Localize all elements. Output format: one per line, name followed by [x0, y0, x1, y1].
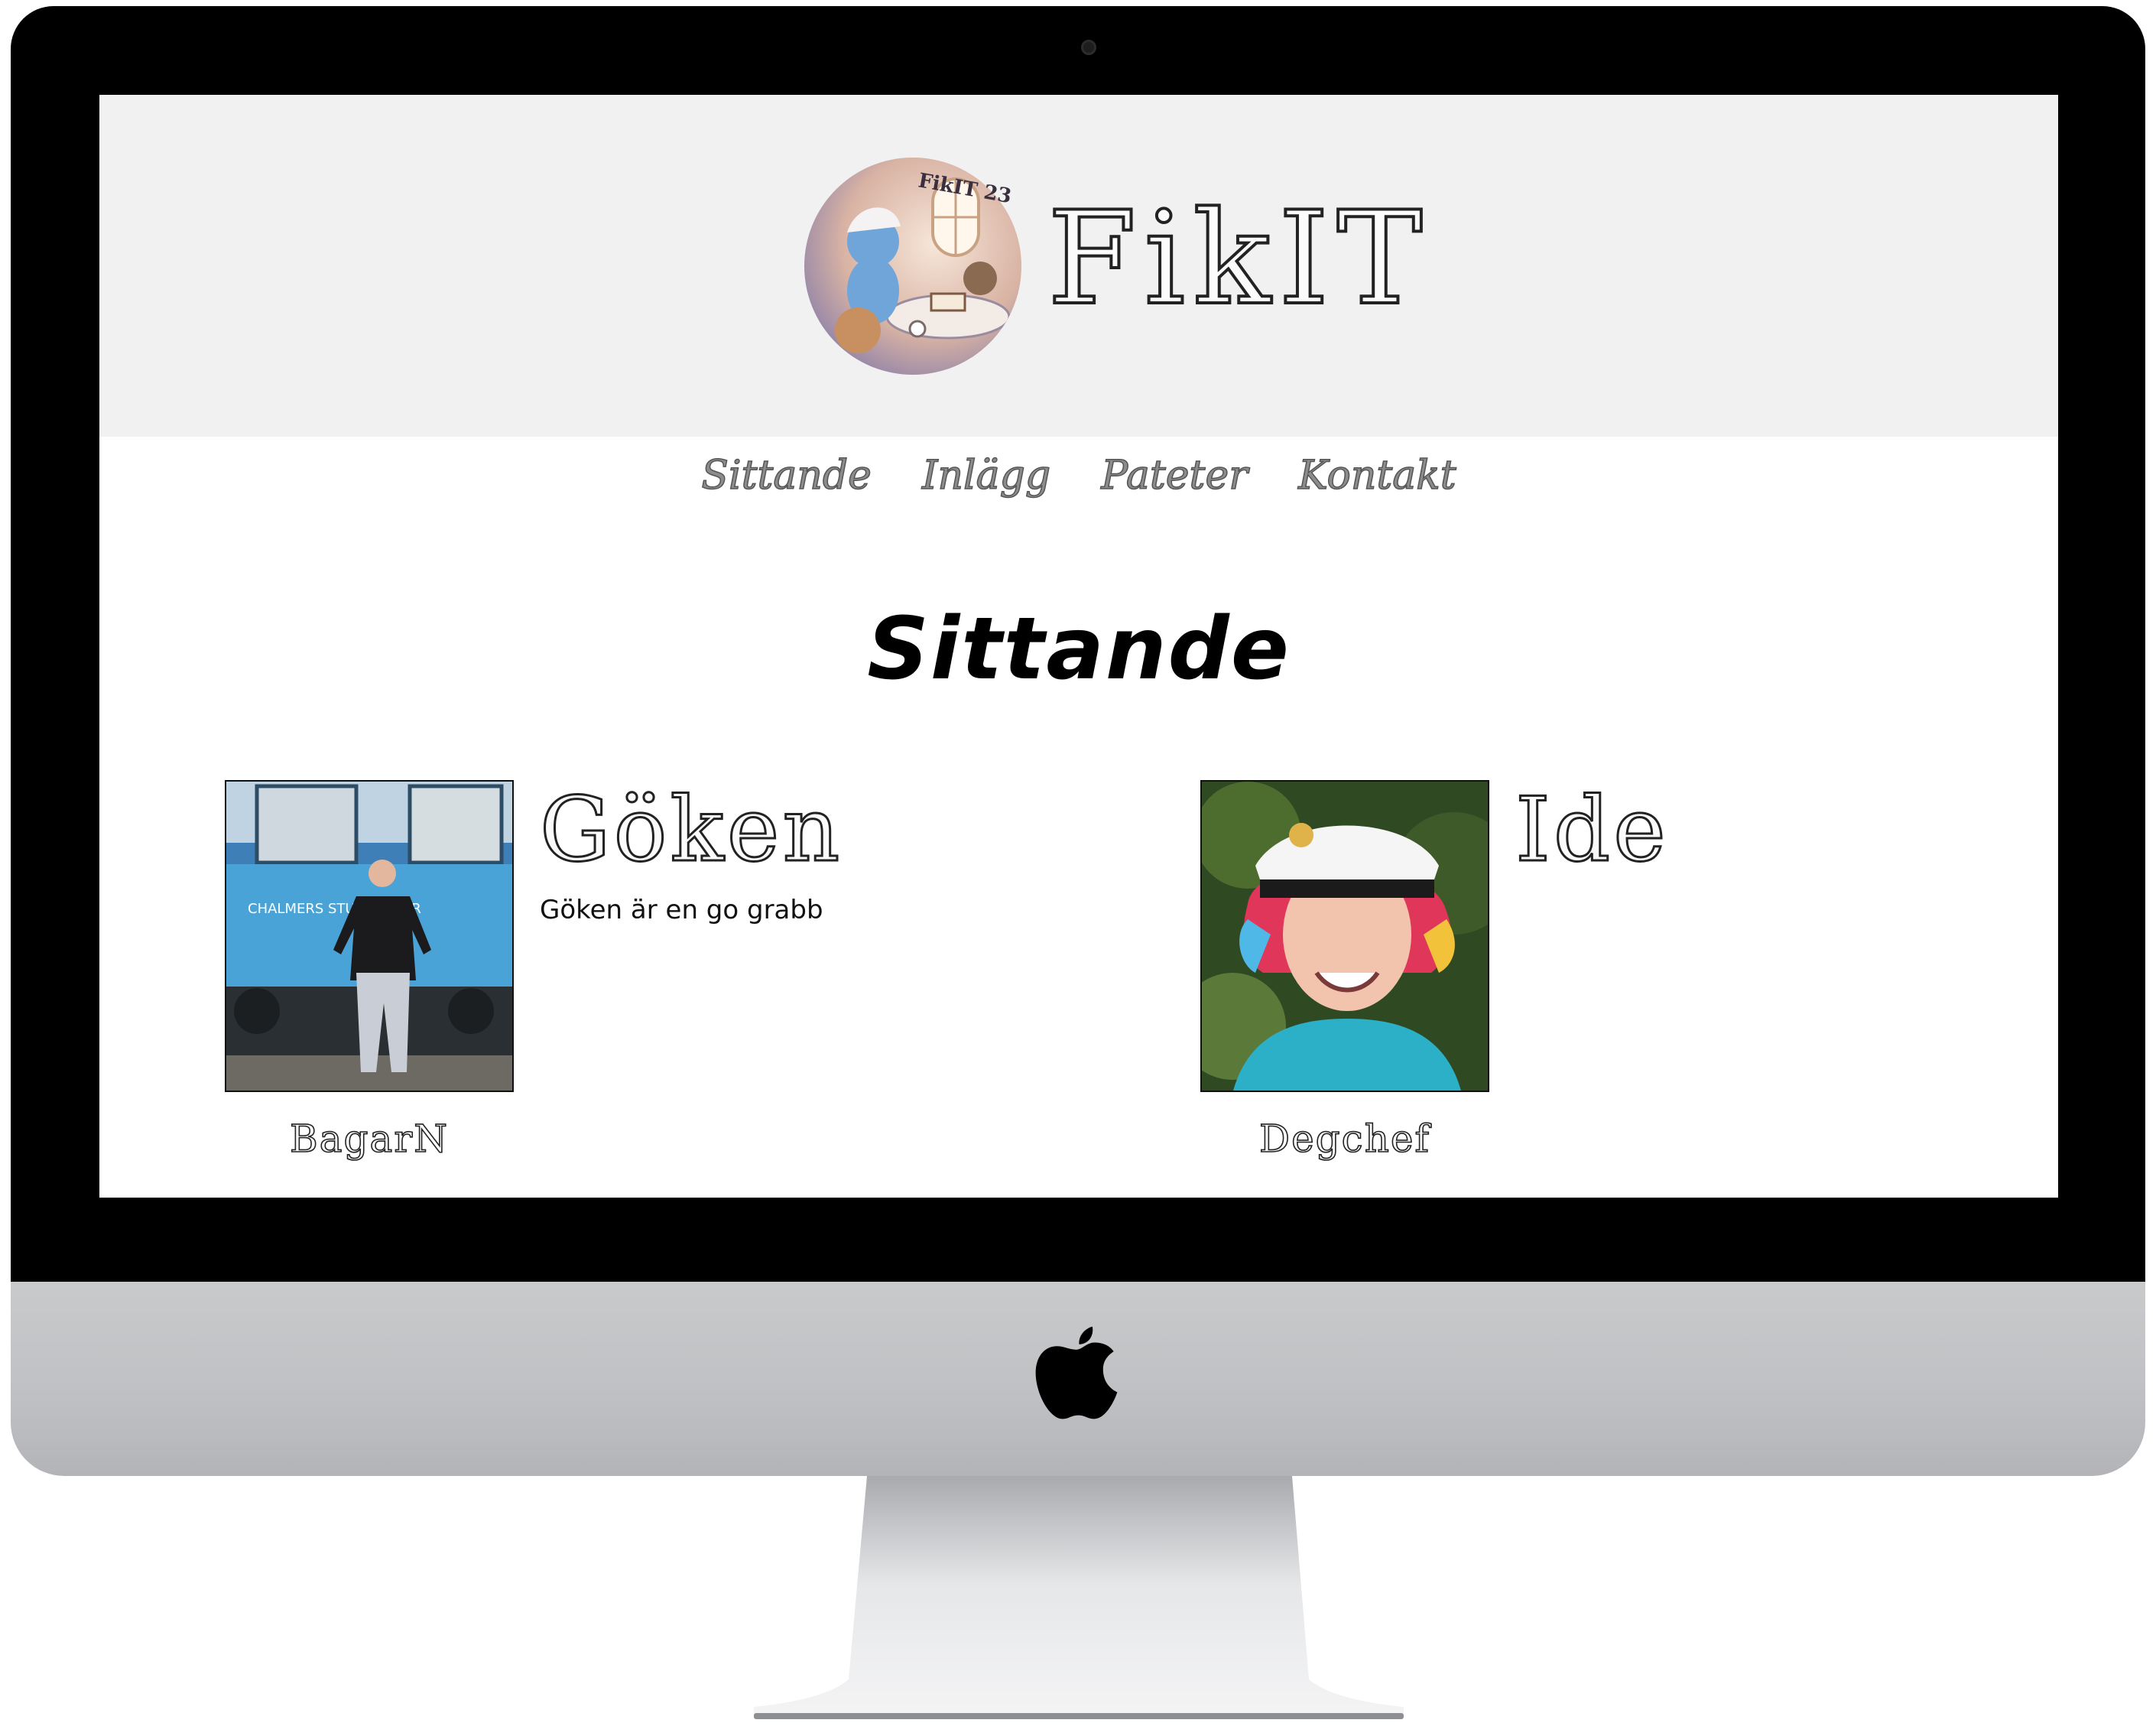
main-nav: Sittande Inlägg Pateter Kontakt: [99, 452, 2058, 514]
nav-item-pateter[interactable]: Pateter: [1100, 452, 1248, 514]
member-role: Degchef: [1258, 1116, 1430, 1162]
member-photo: CHALMERS STUDENTKÅR: [225, 780, 514, 1092]
member-name: Ide: [1515, 779, 1669, 882]
member-role: BagarN: [289, 1116, 450, 1162]
member-name: Göken: [538, 779, 843, 882]
page-title: Sittande: [867, 600, 1291, 699]
nav-item-inlagg[interactable]: Inlägg: [921, 452, 1051, 514]
member-description: Göken är en go grabb: [540, 895, 823, 925]
site-header: FikIT 23 FikIT: [99, 95, 2058, 437]
member-photo: [1200, 780, 1489, 1092]
fikit-logo[interactable]: FikIT 23: [803, 156, 1023, 376]
nav-item-kontakt[interactable]: Kontakt: [1297, 452, 1456, 514]
site-title: FikIT: [1046, 184, 1430, 333]
camera-icon: [1081, 40, 1096, 55]
apple-logo-icon: [1035, 1326, 1118, 1419]
browser-viewport: FikIT 23 FikIT Sittande Inlägg Pateter K…: [99, 95, 2058, 1198]
nav-item-sittande[interactable]: Sittande: [701, 452, 872, 514]
